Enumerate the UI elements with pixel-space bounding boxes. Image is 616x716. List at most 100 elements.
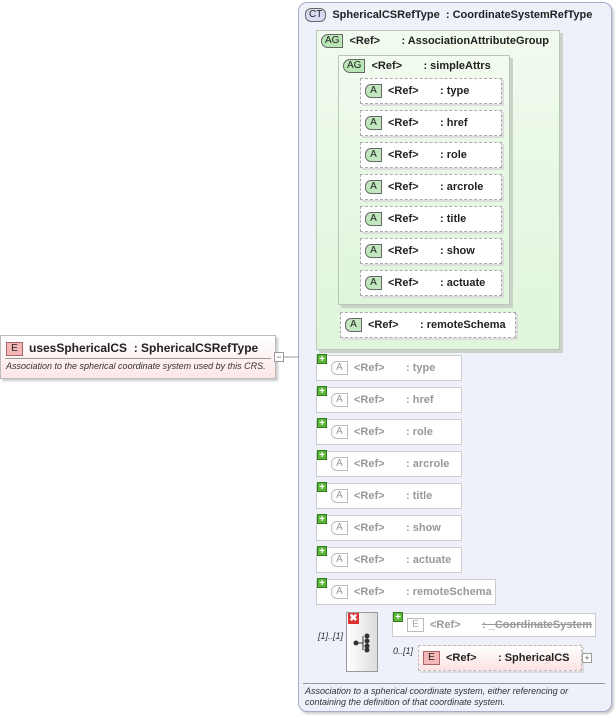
attribute-name: : remoteSchema [406,585,492,598]
attribute-name: : type [440,84,470,97]
attribute-show[interactable]: A <Ref> : show [360,238,502,264]
attribute-icon: A [331,425,348,439]
attribute-name: : title [440,212,467,225]
attribute-name: : href [406,393,434,406]
attribute-icon: A [365,180,382,194]
attribute-name: : role [406,425,433,438]
element-spherical-cs[interactable]: E <Ref> : SphericalCS [418,645,582,671]
attribute-group-icon: AG [321,34,344,48]
ref-label: <Ref> [349,34,381,47]
ref-label: <Ref> [388,116,419,129]
plus-icon[interactable]: + [317,578,327,589]
ref-label: <Ref> [371,59,403,72]
ref-label: <Ref> [354,361,385,374]
attribute-name: : arcrole [440,180,484,193]
attribute-icon: A [365,84,382,98]
expand-icon[interactable]: + [582,653,592,663]
ref-label: <Ref> [354,553,385,566]
inherited-attribute-show[interactable]: A <Ref> : show [316,515,462,541]
option-cardinality: 0..[1] [393,646,414,656]
attribute-name: : role [440,148,467,161]
complex-type-description: Association to a spherical coordinate sy… [305,686,569,707]
attribute-name: : show [440,244,475,257]
ref-label: <Ref> [388,212,419,225]
element-coordinate-system[interactable]: E <Ref> : _CoordinateSystem [392,613,596,637]
attribute-icon: A [365,148,382,162]
attribute-group-icon: AG [343,59,366,73]
choice-icon [353,633,370,653]
attribute-name: : remoteSchema [420,318,506,331]
plus-icon[interactable]: + [317,546,327,557]
plus-icon[interactable]: + [317,418,327,429]
attribute-icon: A [365,212,382,226]
attribute-icon: A [331,457,348,471]
attribute-name: : href [440,116,468,129]
plus-icon[interactable]: + [317,354,327,365]
element-icon: E [423,651,440,665]
complex-type-base: : CoordinateSystemRefType [445,8,593,21]
attribute-name: : actuate [440,276,486,289]
ref-label: <Ref> [430,618,461,631]
complex-type-name: SphericalCSRefType [332,8,440,21]
element-uses-spherical-cs[interactable]: EusesSphericalCS : SphericalCSRefType As… [0,335,276,379]
complex-type-icon: CT [305,8,327,22]
inherited-attribute-href[interactable]: A <Ref> : href [316,387,462,413]
ref-label: <Ref> [354,457,385,470]
ref-label: <Ref> [354,585,385,598]
attribute-role[interactable]: A <Ref> : role [360,142,502,168]
plus-icon[interactable]: + [393,612,403,623]
ref-label: <Ref> [354,425,385,438]
ref-label: <Ref> [388,276,419,289]
attribute-icon: A [331,521,348,535]
attribute-icon: A [331,489,348,503]
plus-icon[interactable]: + [317,514,327,525]
attribute-icon: A [331,393,348,407]
attribute-type[interactable]: A <Ref> : type [360,78,502,104]
ref-label: <Ref> [368,318,399,331]
ref-label: <Ref> [446,651,477,664]
element-description: Association to the spherical coordinate … [6,361,266,371]
inherited-attribute-type[interactable]: A <Ref>: type [316,355,462,381]
attribute-icon: A [345,318,362,332]
plus-icon[interactable]: + [317,450,327,461]
group-name: : AssociationAttributeGroup [401,34,549,47]
attribute-remote-schema[interactable]: A <Ref> : remoteSchema [340,312,516,338]
choice-cardinality: [1]..[1] [318,631,344,641]
attribute-icon: A [365,244,382,258]
ref-label: <Ref> [354,393,385,406]
element-name: : SphericalCS [498,651,570,664]
plus-icon[interactable]: + [317,386,327,397]
attribute-name: : title [406,489,433,502]
attribute-icon: A [331,553,348,567]
collapse-icon[interactable]: − [274,352,284,362]
attribute-icon: A [365,116,382,130]
attribute-href[interactable]: A <Ref> : href [360,110,502,136]
attribute-name: : show [406,521,441,534]
element-icon: E [6,341,23,356]
inherited-attribute-title[interactable]: A <Ref> : title [316,483,462,509]
attribute-name: : type [406,361,436,374]
element-name: usesSphericalCS [29,341,128,355]
element-icon: E [407,618,424,632]
attribute-actuate[interactable]: A <Ref> : actuate [360,270,502,296]
attribute-icon: A [365,276,382,290]
element-name: : _CoordinateSystem [482,618,593,631]
inherited-attribute-role[interactable]: A <Ref> : role [316,419,462,445]
ref-label: <Ref> [388,180,419,193]
element-type: : SphericalCSRefType [133,341,259,355]
ref-label: <Ref> [354,521,385,534]
ref-label: <Ref> [388,148,419,161]
ref-label: <Ref> [388,84,419,97]
attribute-name: : actuate [406,553,452,566]
plus-icon[interactable]: + [317,482,327,493]
inherited-attribute-actuate[interactable]: A <Ref> : actuate [316,547,462,573]
ref-label: <Ref> [388,244,419,257]
inherited-attribute-remoteschema[interactable]: A <Ref>: remoteSchema [316,579,496,605]
attribute-arcrole[interactable]: A <Ref> : arcrole [360,174,502,200]
attribute-title[interactable]: A <Ref> : title [360,206,502,232]
group-name: : simpleAttrs [423,59,491,72]
ref-label: <Ref> [354,489,385,502]
attribute-name: : arcrole [406,457,450,470]
inherited-attribute-arcrole[interactable]: A <Ref> : arcrole [316,451,462,477]
remove-icon[interactable]: ✖ [348,613,359,624]
